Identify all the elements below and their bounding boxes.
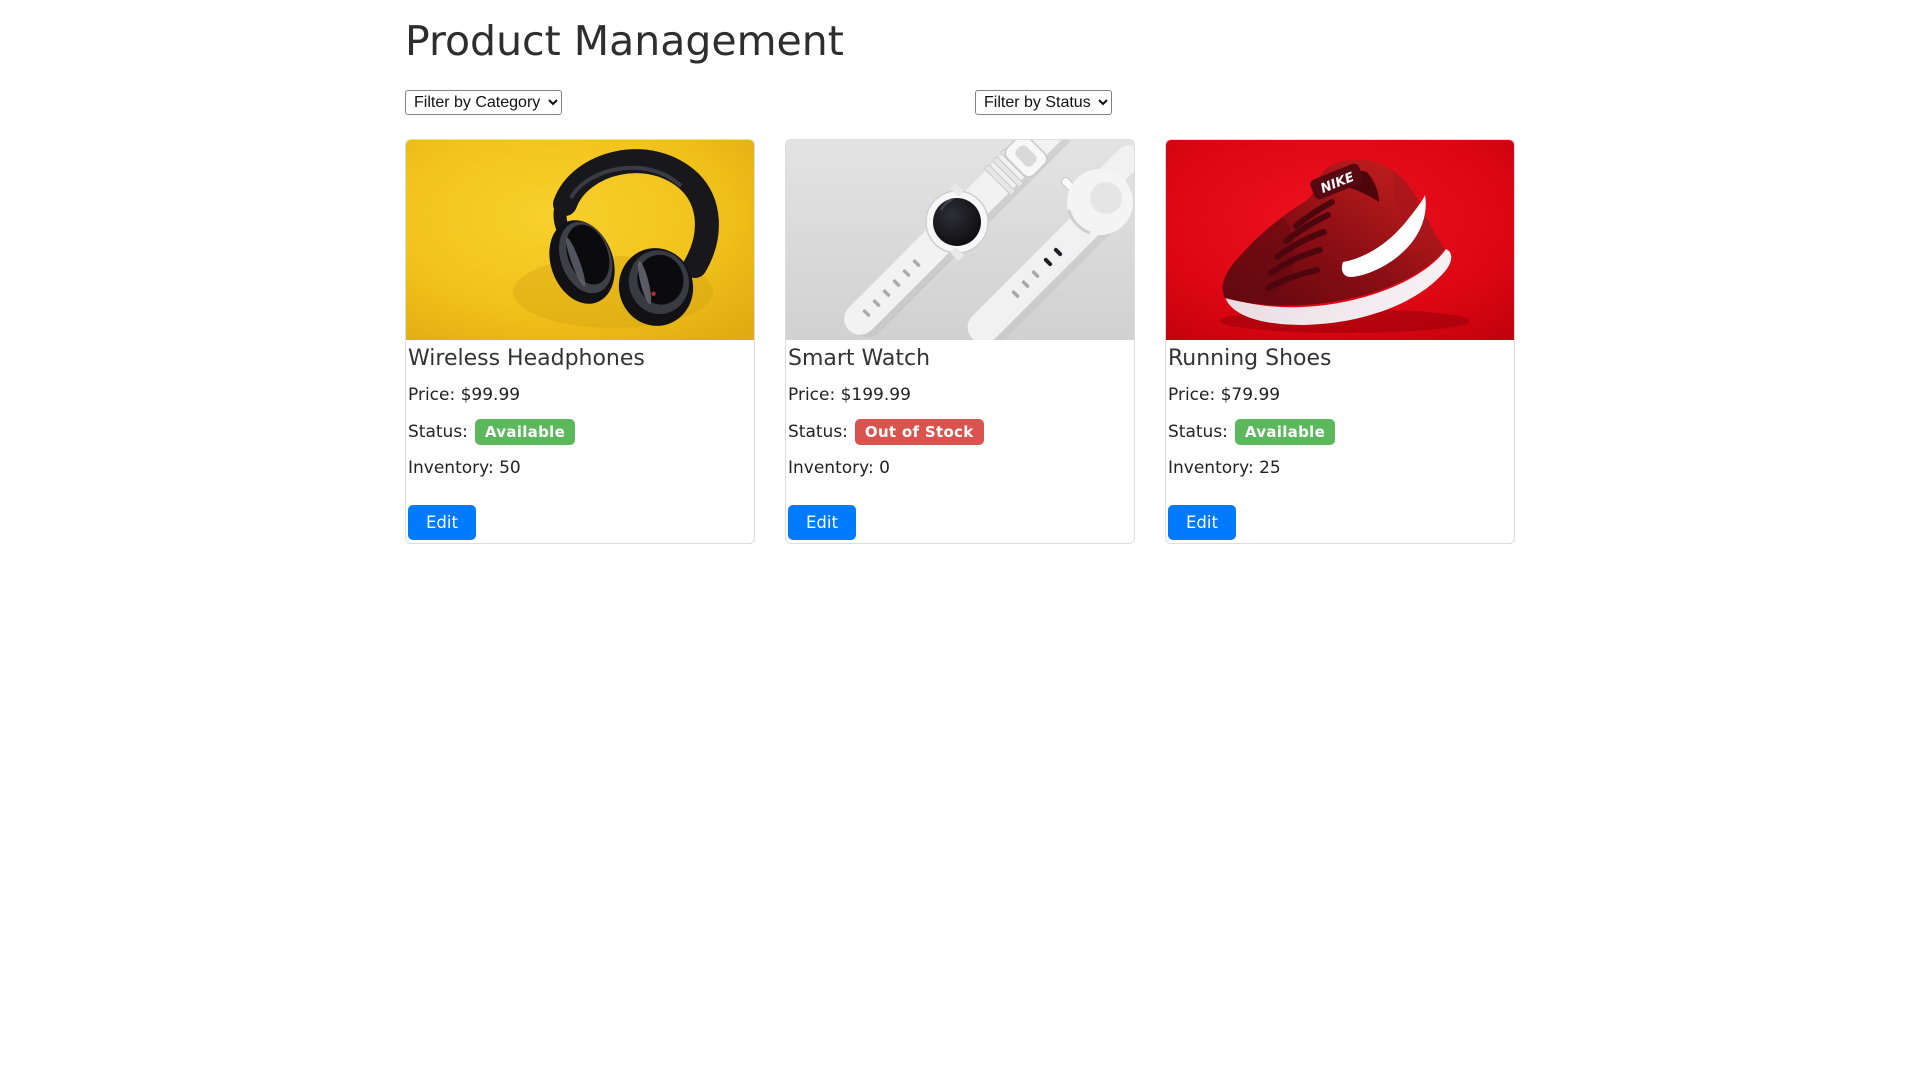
products-grid: Wireless Headphones Price: $99.99 Status… (405, 138, 1515, 544)
price-value: $79.99 (1220, 385, 1281, 406)
card-body: Smart Watch Price: $199.99 Status: Out of… (786, 346, 1134, 543)
category-filter-select[interactable]: Filter by Category (405, 89, 562, 115)
product-status-line: Status: Out of Stock (788, 418, 1132, 446)
status-badge: Available (474, 418, 576, 446)
product-name: Running Shoes (1168, 345, 1332, 371)
main-container: Product Management Filter by Category Fi… (405, 0, 1515, 544)
product-name: Smart Watch (788, 345, 931, 371)
status-badge: Available (1234, 418, 1336, 446)
product-card-smart-watch: Smart Watch Price: $199.99 Status: Out of… (785, 138, 1135, 544)
card-body: Running Shoes Price: $79.99 Status: Avail… (1166, 346, 1514, 543)
status-badge: Out of Stock (854, 418, 984, 446)
running-shoe-product-image: NIKE (1166, 139, 1514, 340)
product-card-wireless-headphones: Wireless Headphones Price: $99.99 Status… (405, 138, 755, 544)
inventory-value: 0 (879, 458, 890, 479)
inventory-value: 50 (499, 458, 521, 479)
product-status-line: Status: Available (1168, 418, 1512, 446)
inventory-label: Inventory: (408, 458, 494, 479)
product-name: Wireless Headphones (408, 345, 645, 371)
product-inventory-line: Inventory: 25 (1168, 458, 1512, 478)
price-value: $99.99 (460, 385, 521, 406)
page-title: Product Management (405, 17, 844, 65)
product-inventory-line: Inventory: 50 (408, 458, 752, 478)
product-price-line: Price: $199.99 (788, 385, 1132, 405)
product-card-running-shoes: NIKE Running Shoes Price: $79.99 Status:… (1165, 138, 1515, 544)
status-label: Status: (1168, 421, 1228, 442)
edit-button[interactable]: Edit (1168, 504, 1236, 540)
product-price-line: Price: $99.99 (408, 385, 752, 405)
headphones-product-image (406, 139, 754, 340)
edit-button[interactable]: Edit (408, 504, 476, 540)
smart-watch-product-image (786, 139, 1134, 340)
product-inventory-line: Inventory: 0 (788, 458, 1132, 478)
inventory-label: Inventory: (788, 458, 874, 479)
inventory-value: 25 (1259, 458, 1281, 479)
inventory-label: Inventory: (1168, 458, 1254, 479)
edit-button[interactable]: Edit (788, 504, 856, 540)
card-body: Wireless Headphones Price: $99.99 Status… (406, 346, 754, 543)
price-label: Price: (408, 385, 456, 406)
product-price-line: Price: $79.99 (1168, 385, 1512, 405)
right-watch-face (1067, 168, 1133, 235)
status-label: Status: (788, 421, 848, 442)
price-label: Price: (788, 385, 836, 406)
status-filter-select[interactable]: Filter by Status (975, 89, 1112, 115)
price-value: $199.99 (840, 385, 911, 406)
filters-row: Filter by Category Filter by Status (405, 89, 1515, 115)
price-label: Price: (1168, 385, 1216, 406)
product-status-line: Status: Available (408, 418, 752, 446)
status-label: Status: (408, 421, 468, 442)
